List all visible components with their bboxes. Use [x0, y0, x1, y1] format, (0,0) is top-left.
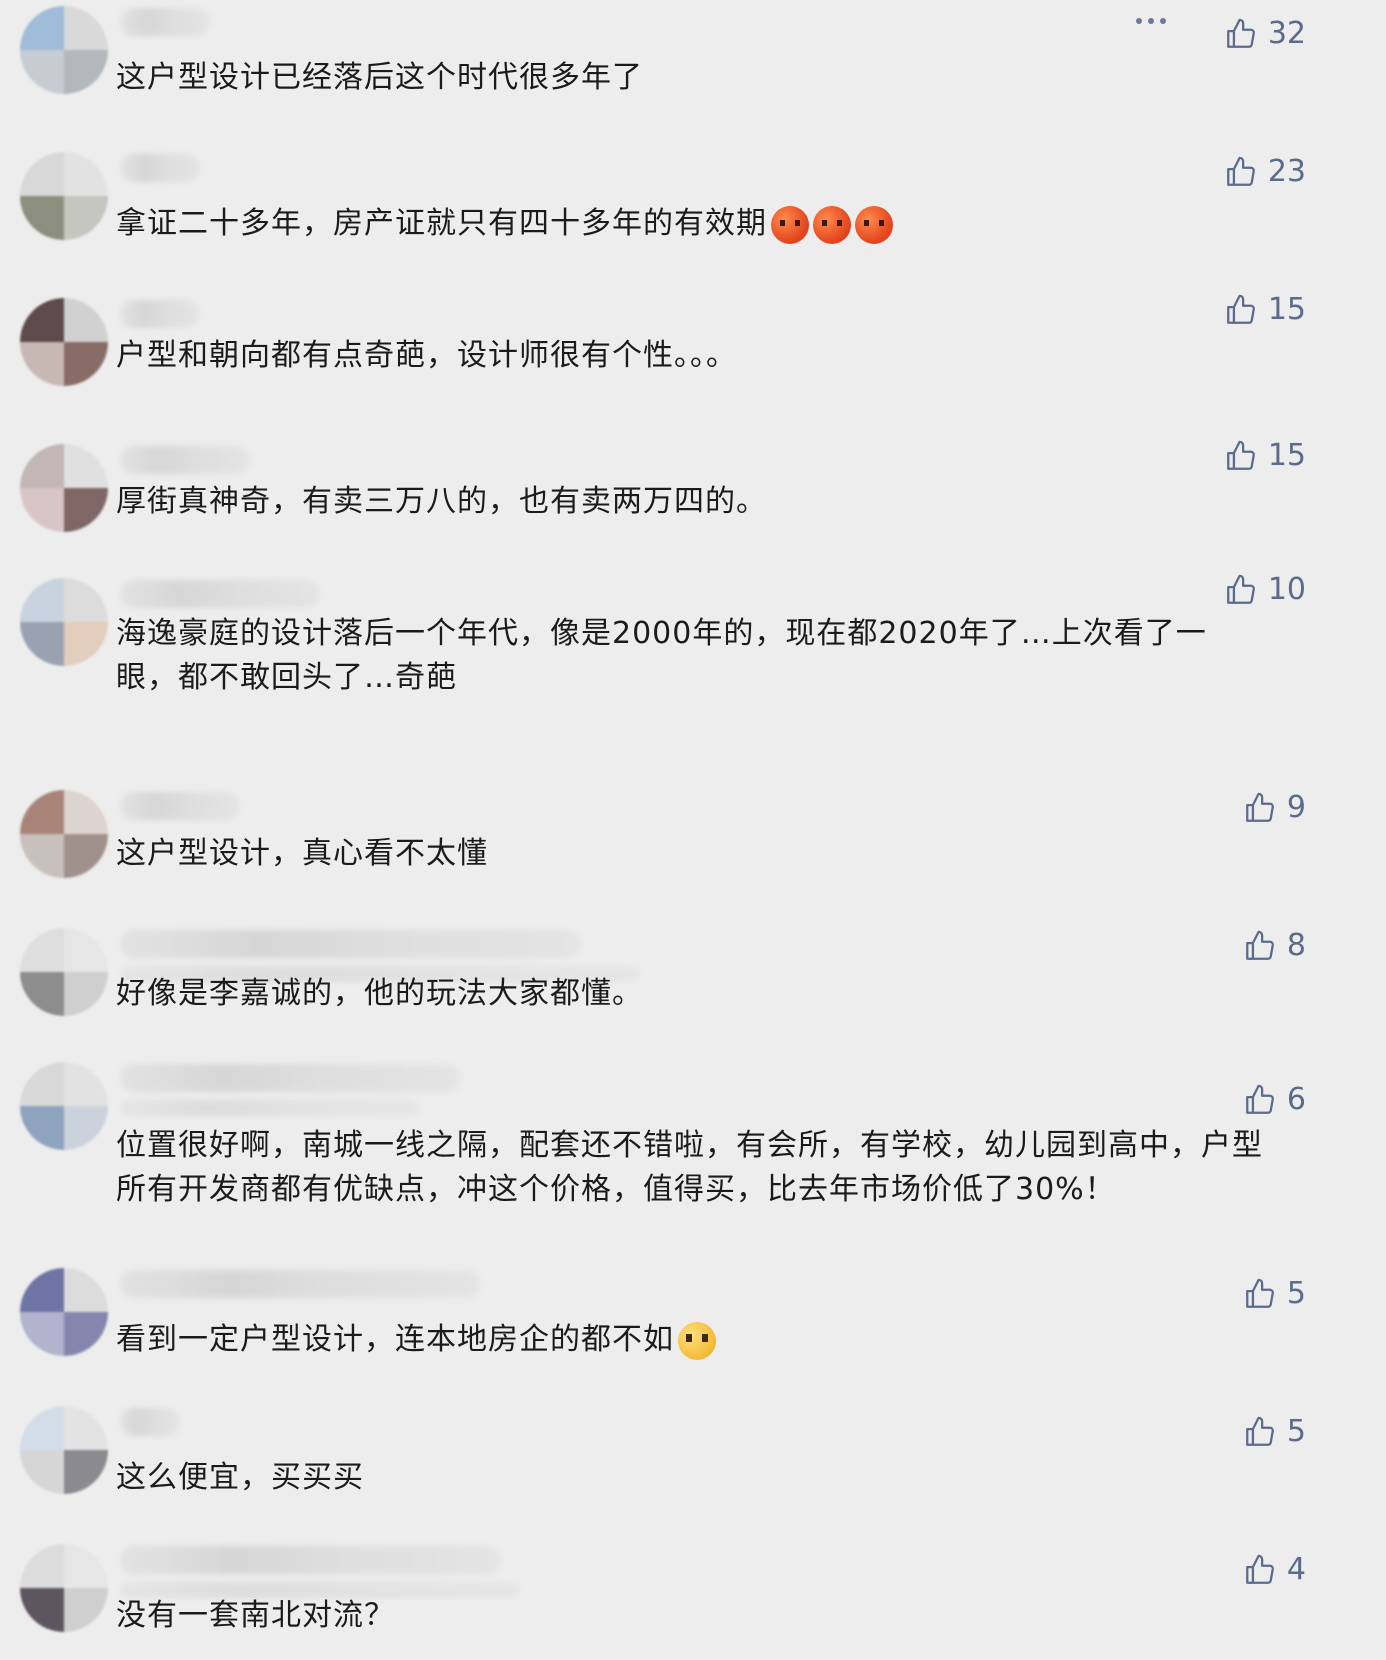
comment-text: 位置很好啊，南城一线之隔，配套还不错啦，有会所，有学校，幼儿园到高中，户型所有开…: [116, 1128, 1263, 1207]
like-button[interactable]: 5: [1243, 1276, 1306, 1311]
comment-list: 32 这户型设计已经落后这个时代很多年了 23 拿证二十多年，房产证就只有四十多…: [0, 0, 1386, 1660]
like-button[interactable]: 8: [1243, 928, 1306, 963]
username-blurred[interactable]: [120, 8, 210, 36]
comment-text: 看到一定户型设计，连本地房企的都不如: [116, 1318, 1266, 1362]
comment-item: 5 这么便宜，买买买: [0, 1400, 1386, 1530]
username-blurred[interactable]: [120, 300, 200, 328]
comment-item: 9 这户型设计，真心看不太懂: [0, 784, 1386, 904]
comment-text-body: 拿证二十多年，房产证就只有四十多年的有效期: [116, 206, 767, 241]
more-icon[interactable]: [1136, 18, 1166, 24]
comment-item: 10 海逸豪庭的设计落后一个年代，像是2000年的，现在都2020年了…上次看了…: [0, 572, 1386, 752]
comment-text: 厚街真神奇，有卖三万八的，也有卖两万四的。: [116, 484, 767, 519]
comment-text: 拿证二十多年，房产证就只有四十多年的有效期: [116, 202, 1266, 246]
avatar[interactable]: [20, 444, 108, 532]
username-blurred[interactable]: [120, 446, 250, 474]
thumbs-up-icon: [1226, 294, 1255, 324]
avatar[interactable]: [20, 152, 108, 240]
avatar[interactable]: [20, 1268, 108, 1356]
like-count: 4: [1286, 1552, 1306, 1587]
avatar[interactable]: [20, 1062, 108, 1150]
like-count: 5: [1286, 1414, 1306, 1449]
comment-item: 15 厚街真神奇，有卖三万八的，也有卖两万四的。: [0, 438, 1386, 568]
thumbs-up-icon: [1226, 18, 1255, 48]
thumbs-up-icon: [1246, 1554, 1274, 1584]
like-count: 23: [1267, 154, 1306, 189]
thumbs-up-icon: [1246, 930, 1274, 960]
avatar[interactable]: [20, 1544, 108, 1632]
comment-text: 没有一套南北对流？: [116, 1598, 395, 1633]
angry-face-icon: [813, 205, 851, 244]
username-blurred[interactable]: [120, 1064, 460, 1092]
like-count: 9: [1286, 790, 1306, 825]
like-count: 8: [1286, 928, 1306, 963]
avatar[interactable]: [20, 578, 108, 666]
like-button[interactable]: 32: [1224, 16, 1306, 51]
comment-text: 这户型设计已经落后这个时代很多年了: [116, 60, 643, 95]
thumbs-up-icon: [1246, 1416, 1274, 1446]
comment-text: 这么便宜，买买买: [116, 1460, 364, 1495]
comment-text: 户型和朝向都有点奇葩，设计师很有个性。。。: [116, 338, 737, 373]
like-count: 10: [1267, 572, 1306, 607]
thumbs-up-icon: [1226, 156, 1255, 186]
pleading-face-icon: [678, 1321, 716, 1360]
username-blurred[interactable]: [120, 154, 200, 182]
like-count: 15: [1267, 292, 1306, 327]
comment-text: 这户型设计，真心看不太懂: [116, 836, 488, 871]
username-blurred[interactable]: [120, 930, 580, 958]
thumbs-up-icon: [1226, 574, 1255, 604]
username-blurred[interactable]: [120, 1270, 480, 1298]
like-button[interactable]: 23: [1224, 154, 1306, 189]
like-button[interactable]: 15: [1224, 438, 1306, 473]
comment-text: 海逸豪庭的设计落后一个年代，像是2000年的，现在都2020年了…上次看了一眼，…: [116, 616, 1207, 695]
like-button[interactable]: 15: [1224, 292, 1306, 327]
comment-text: 好像是李嘉诚的，他的玩法大家都懂。: [116, 976, 643, 1011]
like-button[interactable]: 9: [1243, 790, 1306, 825]
like-count: 15: [1267, 438, 1306, 473]
like-count: 32: [1267, 16, 1306, 51]
thumbs-up-icon: [1226, 440, 1255, 470]
thumbs-up-icon: [1246, 792, 1274, 822]
comment-item: 15 户型和朝向都有点奇葩，设计师很有个性。。。: [0, 292, 1386, 422]
avatar[interactable]: [20, 6, 108, 94]
thumbs-up-icon: [1246, 1084, 1274, 1114]
comment-item: 6 位置很好啊，南城一线之隔，配套还不错啦，有会所，有学校，幼儿园到高中，户型所…: [0, 1056, 1386, 1236]
avatar[interactable]: [20, 790, 108, 878]
comment-item: 32 这户型设计已经落后这个时代很多年了: [0, 0, 1386, 130]
username-blurred[interactable]: [120, 792, 240, 820]
angry-face-icon: [855, 205, 893, 244]
comment-text-body: 看到一定户型设计，连本地房企的都不如: [116, 1322, 674, 1357]
avatar[interactable]: [20, 1406, 108, 1494]
comment-item: 4 没有一套南北对流？: [0, 1538, 1386, 1660]
like-button[interactable]: 4: [1243, 1552, 1306, 1587]
comment-item: 8 好像是李嘉诚的，他的玩法大家都懂。: [0, 922, 1386, 1042]
angry-face-icon: [771, 205, 809, 244]
avatar[interactable]: [20, 298, 108, 386]
comment-item: 23 拿证二十多年，房产证就只有四十多年的有效期: [0, 146, 1386, 276]
like-button[interactable]: 6: [1243, 1082, 1306, 1117]
like-button[interactable]: 10: [1224, 572, 1306, 607]
like-count: 5: [1286, 1276, 1306, 1311]
username-blurred-extra: [120, 1100, 420, 1116]
thumbs-up-icon: [1246, 1278, 1274, 1308]
avatar[interactable]: [20, 928, 108, 1016]
username-blurred[interactable]: [120, 1546, 500, 1574]
comment-item: 5 看到一定户型设计，连本地房企的都不如: [0, 1262, 1386, 1392]
like-count: 6: [1286, 1082, 1306, 1117]
username-blurred[interactable]: [120, 1408, 180, 1436]
username-blurred[interactable]: [120, 580, 320, 608]
like-button[interactable]: 5: [1243, 1414, 1306, 1449]
